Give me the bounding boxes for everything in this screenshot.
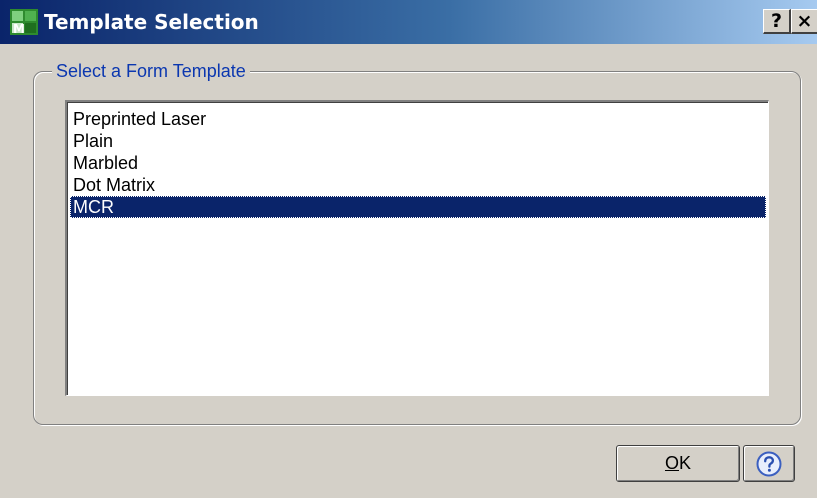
ok-label-rest: K (679, 453, 692, 473)
template-selection-dialog: M Template Selection ? × Select a Form T… (0, 0, 817, 498)
window-title: Template Selection (44, 10, 259, 34)
form-template-listbox[interactable]: Preprinted Laser Plain Marbled Dot Matri… (65, 100, 769, 396)
title-help-button[interactable]: ? (763, 9, 791, 34)
app-icon: M (10, 9, 38, 35)
question-circle-icon (756, 451, 782, 477)
list-item-mcr[interactable]: MCR (70, 196, 766, 218)
list-item-dot-matrix[interactable]: Dot Matrix (70, 174, 766, 196)
list-item-plain[interactable]: Plain (70, 130, 766, 152)
ok-button[interactable]: OK (616, 445, 740, 482)
title-close-button[interactable]: × (791, 9, 817, 34)
help-button[interactable] (743, 445, 795, 482)
ok-mnemonic: O (664, 453, 679, 473)
groupbox-legend: Select a Form Template (52, 60, 250, 82)
list-item-marbled[interactable]: Marbled (70, 152, 766, 174)
list-item-preprinted-laser[interactable]: Preprinted Laser (70, 108, 766, 130)
title-bar[interactable]: M Template Selection ? × (0, 0, 817, 44)
svg-text:M: M (13, 22, 25, 35)
